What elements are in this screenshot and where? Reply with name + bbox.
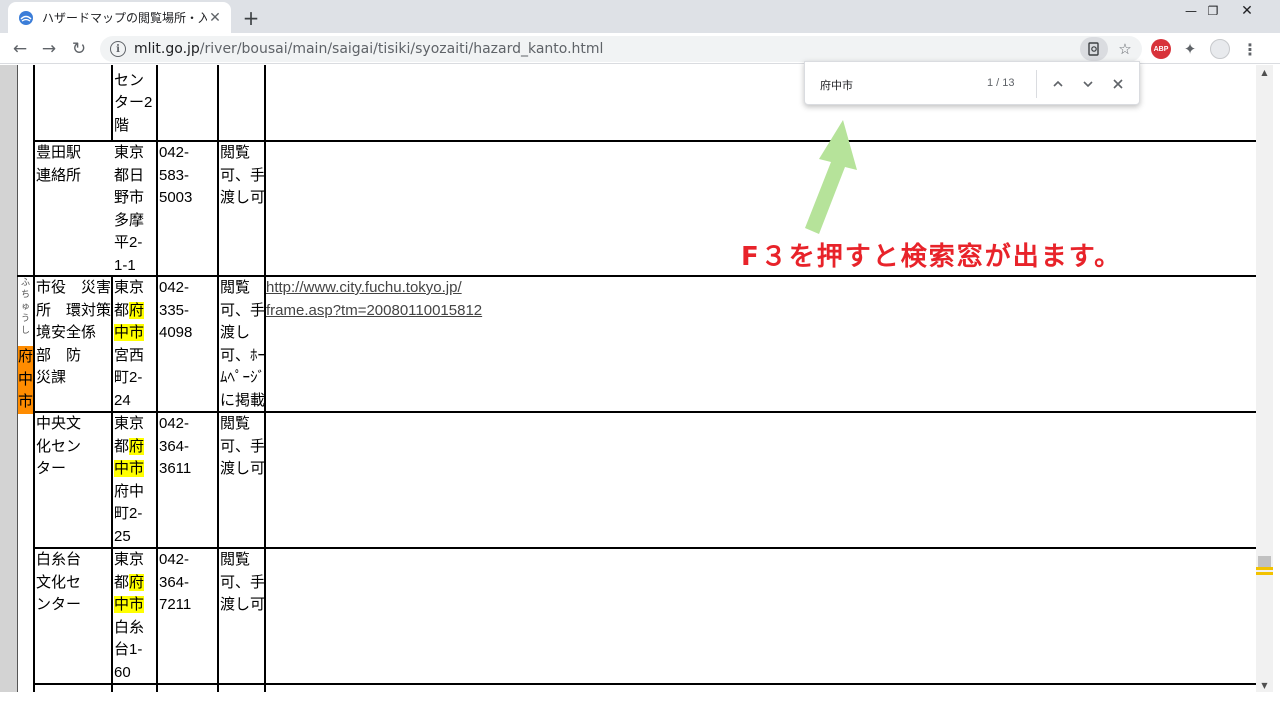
site-info-icon[interactable]: i [110,41,126,57]
search-match-highlight: 府 [129,573,145,591]
find-bar: 府中市 1 / 13 [804,61,1140,105]
tab-strip: ハザードマップの閲覧場所・入手方法 ✕ + — ❐ ✕ [0,0,1280,33]
search-match-highlight: 中市 [114,596,145,613]
table-cell-place: 市役 所 環 境安全 部 防 災課 [36,279,82,386]
table-cell-department: 災害 対策 係 [81,279,112,341]
table-cell-phone: 042- 364- 7211 [159,551,192,613]
search-match-highlight: 中市 [114,460,145,477]
ward-name-highlight: 府中市 [18,346,33,414]
address-rest: 府中 町2- 25 [114,482,145,545]
find-match-marker [1256,572,1273,575]
profile-avatar-icon[interactable] [1210,39,1230,59]
find-divider [1036,70,1037,98]
ward-name-text: 府中市 [18,348,34,410]
annotation-caption: F３を押すと検索窓が出ます。 [741,242,1123,272]
table-border [156,65,158,692]
table-cell-phone: 042- 583- 5003 [159,144,193,206]
find-match-count: 1 / 13 [987,77,1015,89]
table-cell-note: 閲覧 可、手 渡し可 [220,144,266,206]
bookmark-star-icon[interactable]: ☆ [1114,40,1136,58]
table-border [33,683,1256,685]
table-cell-phone: 042- 335- 4098 [159,279,193,341]
forward-arrow-icon[interactable]: → [37,37,61,61]
table-border [217,65,219,692]
url-text[interactable]: mlit.go.jp/river/bousai/main/saigai/tisi… [134,41,603,57]
table-border [33,65,35,692]
restore-icon[interactable]: ❐ [1198,0,1228,22]
table-cell-phone: 042- 364- 3611 [159,415,192,477]
adblock-plus-icon[interactable]: ABP [1151,39,1171,59]
browser-tab[interactable]: ハザードマップの閲覧場所・入手方法 ✕ [8,2,231,33]
table-border [17,275,1256,277]
find-match-marker [1256,567,1273,570]
tab-title: ハザードマップの閲覧場所・入手方法 [42,11,207,25]
table-cell-place: 白糸台 文化セ ンター [36,551,82,613]
table-cell-place: 中央文 化セン ター [36,415,82,477]
url-path: /river/bousai/main/saigai/tisiki/syozait… [199,41,604,57]
browser-toolbar: ← → ↻ i mlit.go.jp/river/bousai/main/sai… [0,33,1280,64]
left-gutter [0,65,18,692]
table-cell-address: 東京 都府 中市 府中 町2- 25 [114,413,145,548]
hazard-map-link[interactable]: http://www.city.fuchu.tokyo.jp/ [266,279,462,296]
table-cell-address: 東京 都日 野市 多摩 平2- 1-1 [114,144,145,274]
find-close-icon[interactable] [1107,73,1129,95]
search-match-highlight: 府 [129,437,145,455]
table-cell-url[interactable]: http://www.city.fuchu.tokyo.jp/ frame.as… [266,277,482,322]
find-next-icon[interactable] [1077,73,1099,95]
find-previous-icon[interactable] [1047,73,1069,95]
reload-icon[interactable]: ↻ [67,37,91,61]
hazard-map-link[interactable]: frame.asp?tm=20080110015812 [266,302,482,319]
table-border [33,547,1256,549]
page-content: タ セン ター2 階 豊田駅 連絡所 東京 都日 野市 多摩 平2- 1-1 0… [0,65,1256,692]
site-favicon-icon [19,10,33,25]
scroll-up-icon[interactable]: ▲ [1256,65,1273,79]
window-close-icon[interactable]: ✕ [1232,0,1262,22]
address-bar[interactable]: i mlit.go.jp/river/bousai/main/saigai/ti… [100,36,1142,62]
back-arrow-icon[interactable]: ← [8,37,32,61]
table-cell-place-tail: タ セン ター2 階 [114,65,153,134]
extensions-puzzle-icon[interactable]: ✦ [1180,39,1200,59]
table-cell-address: 東京 都府 中市 宮西 町2- 24 [114,277,145,412]
find-input[interactable]: 府中市 [820,77,853,93]
new-tab-button[interactable]: + [239,6,263,30]
table-border [33,140,1256,142]
annotation-arrow-icon [805,120,857,234]
table-cell-address: 東京 都府 中市 白糸 台1- 60 [114,549,145,684]
address-rest: 白糸 台1- 60 [114,618,145,681]
find-in-page-icon[interactable] [1080,37,1108,61]
browser-menu-icon[interactable]: ⋮ [1240,39,1260,59]
ward-reading-text: ふちゅうし [21,277,31,335]
search-match-highlight: 府 [129,301,145,319]
scroll-down-icon[interactable]: ▼ [1256,678,1273,692]
ward-reading: ふちゅうし [17,276,34,336]
table-cell-note: 閲覧 可、手 渡し可 [220,551,266,613]
table-cell-note: 閲覧 可、手 渡し 可、ﾎｰ ﾑﾍﾟｰｼﾞ に掲載 [220,279,266,409]
table-border [33,411,1256,413]
table-cell-note: 閲覧 可、手 渡し可 [220,415,266,477]
address-rest: 宮西 町2- 24 [114,346,145,409]
search-match-highlight: 中市 [114,324,145,341]
table-cell-place: 豊田駅 連絡所 [36,144,82,184]
url-host: mlit.go.jp [134,41,200,57]
page-scrollbar[interactable]: ▲ ▼ [1256,65,1273,692]
tab-close-icon[interactable]: ✕ [207,10,223,26]
table-border [111,65,113,141]
table-border [111,276,113,692]
